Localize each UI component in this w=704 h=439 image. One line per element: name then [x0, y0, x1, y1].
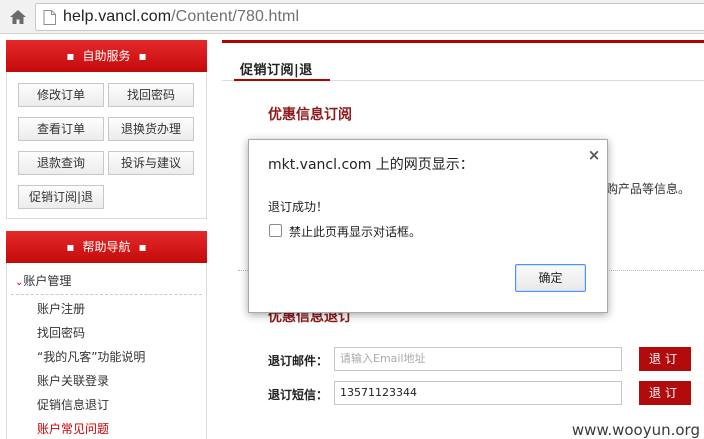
- modify-order-button[interactable]: 修改订单: [18, 83, 104, 107]
- nav-item-account-faq[interactable]: 账户常见问题: [37, 420, 109, 437]
- nav-item-promo-unsubscribe[interactable]: 促销信息退订: [37, 396, 109, 413]
- watermark: www.wooyun.org: [571, 421, 700, 439]
- main-top-border: [222, 40, 704, 43]
- suppress-dialogs-checkbox[interactable]: [269, 224, 282, 237]
- page-icon: [43, 10, 56, 25]
- suppress-dialogs-label[interactable]: 禁止此页再显示对话框。: [289, 223, 421, 240]
- page-title-underline: [234, 79, 330, 81]
- view-order-button[interactable]: 查看订单: [18, 117, 104, 141]
- url-host: help.vancl.com: [63, 8, 172, 25]
- help-nav-panel: ▪ 帮助导航 ▪ ⌄账户管理 账户注册 找回密码 “我的凡客”功能说明 账户关联登录…: [6, 231, 207, 439]
- ok-button[interactable]: 确定: [515, 264, 586, 292]
- complaint-button[interactable]: 投诉与建议: [108, 151, 194, 175]
- find-password-button[interactable]: 找回密码: [108, 83, 194, 107]
- nav-category-label: 账户管理: [23, 274, 72, 288]
- url-text: help.vancl.com/Content/780.html: [63, 8, 299, 26]
- subscribe-description-tail: 购产品等信息。: [606, 182, 691, 196]
- self-service-header: ▪ 自助服务 ▪: [6, 40, 207, 72]
- dialog-title: mkt.vancl.com 上的网页显示：: [268, 157, 474, 173]
- self-service-panel: ▪ 自助服务 ▪ 修改订单 找回密码 查看订单 退换货办理 退款查询 投诉与建议 促…: [6, 40, 207, 219]
- nav-item-linked-login[interactable]: 账户关联登录: [37, 372, 109, 389]
- sms-label: 退订短信：: [268, 388, 329, 402]
- dialog-message: 退订成功！: [268, 200, 329, 214]
- page-title: 促销订阅|退: [240, 63, 313, 78]
- unsubscribe-email-button[interactable]: 退订: [639, 347, 691, 371]
- address-bar[interactable]: help.vancl.com/Content/780.html: [35, 3, 704, 31]
- nav-item-find-password[interactable]: 找回密码: [37, 324, 85, 341]
- nav-divider: [11, 294, 202, 295]
- sms-field[interactable]: 13571123344: [334, 381, 622, 405]
- help-nav-header: ▪ 帮助导航 ▪: [6, 231, 207, 263]
- close-icon[interactable]: ×: [587, 148, 601, 163]
- nav-category-account[interactable]: ⌄账户管理: [15, 272, 71, 289]
- browser-toolbar: help.vancl.com/Content/780.html: [0, 0, 704, 34]
- self-service-title: 自助服务: [82, 49, 131, 63]
- promo-subscribe-button[interactable]: 促销订阅|退: [18, 185, 104, 209]
- alert-dialog: mkt.vancl.com 上的网页显示： × 退订成功！ 禁止此页再显示对话框…: [248, 139, 608, 313]
- nav-item-register[interactable]: 账户注册: [37, 300, 85, 317]
- unsubscribe-sms-button[interactable]: 退订: [639, 381, 691, 405]
- email-field[interactable]: 请输入Email地址: [334, 347, 622, 371]
- nav-item-my-vancl[interactable]: “我的凡客”功能说明: [37, 348, 145, 365]
- home-icon[interactable]: [8, 7, 28, 27]
- help-nav-title: 帮助导航: [82, 240, 131, 254]
- refund-query-button[interactable]: 退款查询: [18, 151, 104, 175]
- url-path: /Content/780.html: [171, 8, 300, 25]
- return-exchange-button[interactable]: 退换货办理: [108, 117, 194, 141]
- subscribe-section-title: 优惠信息订阅: [268, 107, 352, 123]
- email-label: 退订邮件：: [268, 354, 329, 368]
